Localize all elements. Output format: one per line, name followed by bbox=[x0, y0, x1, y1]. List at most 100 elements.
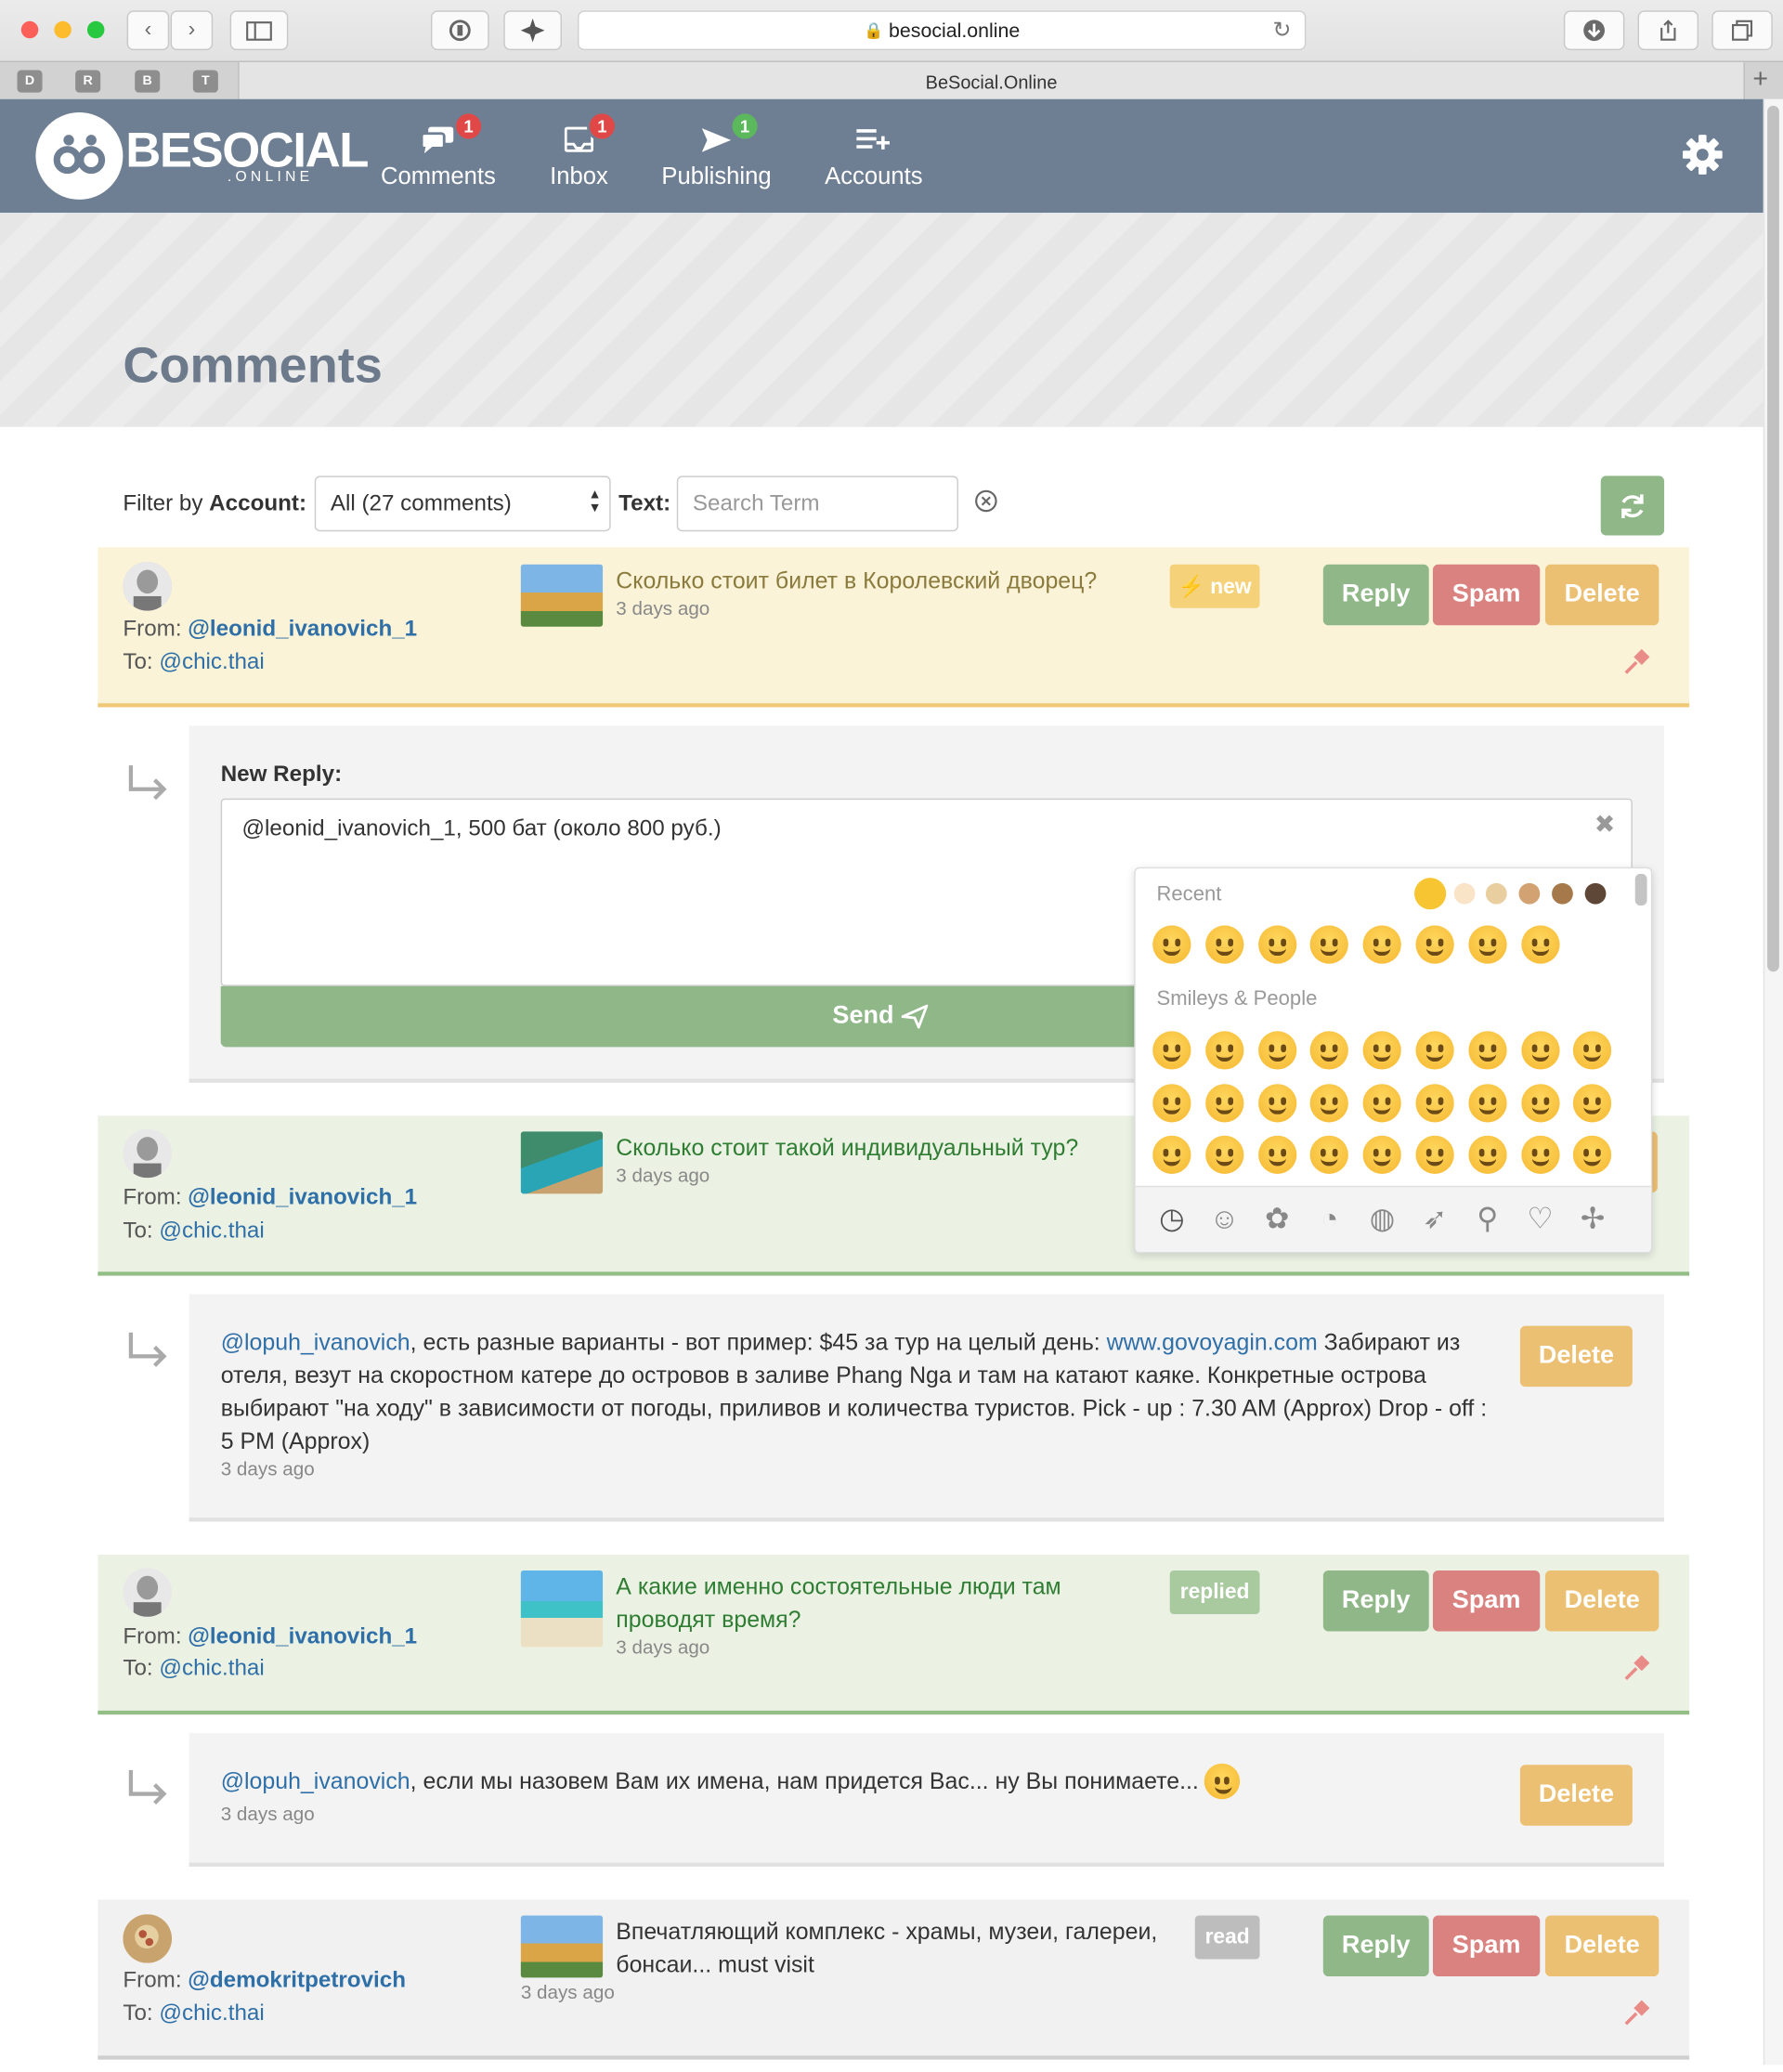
spam-button[interactable]: Spam bbox=[1432, 1570, 1541, 1632]
reply-mention-link[interactable]: @lopuh_ivanovich bbox=[221, 1329, 410, 1355]
emoji-icon[interactable] bbox=[1204, 1031, 1244, 1070]
to-handle-link[interactable]: @chic.thai bbox=[159, 649, 264, 674]
emoji-icon[interactable] bbox=[1520, 1031, 1560, 1070]
forward-button[interactable]: › bbox=[170, 10, 214, 51]
from-handle-link[interactable]: @leonid_ivanovich_1 bbox=[188, 1184, 417, 1209]
reply-button[interactable]: Reply bbox=[1322, 1570, 1429, 1632]
pin-icon[interactable] bbox=[1620, 644, 1655, 678]
skin-tone-2[interactable] bbox=[1453, 882, 1476, 905]
logo-icon[interactable] bbox=[35, 111, 124, 200]
minimize-window-button[interactable] bbox=[54, 20, 72, 39]
sidebar-toggle-button[interactable] bbox=[229, 10, 289, 51]
animal-icon[interactable]: ✿ bbox=[1256, 1198, 1297, 1239]
tabs-overview-button[interactable] bbox=[1711, 10, 1773, 51]
skin-tone-6[interactable] bbox=[1584, 882, 1607, 905]
scrollbar-thumb[interactable] bbox=[1767, 105, 1779, 972]
pin-icon[interactable] bbox=[1620, 1649, 1655, 1684]
emoji-icon[interactable] bbox=[1257, 1031, 1296, 1070]
to-handle-link[interactable]: @chic.thai bbox=[159, 1218, 264, 1243]
bulb-icon[interactable]: ⚲ bbox=[1467, 1198, 1508, 1239]
skin-tone-3[interactable] bbox=[1485, 882, 1507, 905]
ball-icon[interactable]: ◍ bbox=[1361, 1198, 1402, 1239]
post-thumbnail[interactable] bbox=[520, 1915, 604, 1978]
delete-button[interactable]: Delete bbox=[1544, 564, 1659, 626]
clock-icon[interactable]: ◷ bbox=[1152, 1198, 1192, 1239]
emoji-icon[interactable] bbox=[1468, 925, 1507, 964]
rocket-icon[interactable]: ➶ bbox=[1414, 1198, 1455, 1239]
emoji-icon[interactable] bbox=[1152, 1031, 1191, 1070]
skin-tone-1[interactable] bbox=[1414, 878, 1447, 910]
emoji-icon[interactable] bbox=[1362, 925, 1402, 964]
emoji-icon[interactable] bbox=[1415, 1084, 1454, 1123]
to-handle-link[interactable]: @chic.thai bbox=[159, 2000, 264, 2026]
emoji-icon[interactable] bbox=[1204, 925, 1244, 964]
emoji-icon[interactable] bbox=[1520, 925, 1560, 964]
delete-reply-button[interactable]: Delete bbox=[1519, 1325, 1633, 1388]
from-handle-link[interactable]: @leonid_ivanovich_1 bbox=[188, 1623, 417, 1648]
emoji-icon[interactable] bbox=[1362, 1031, 1402, 1070]
nav-publishing[interactable]: 1 Publishing bbox=[661, 111, 773, 190]
emoji-icon[interactable] bbox=[1257, 1084, 1296, 1123]
emoji-icon[interactable] bbox=[1362, 1084, 1402, 1123]
smiley-icon[interactable]: ☺ bbox=[1204, 1198, 1244, 1239]
emoji-icon[interactable] bbox=[1468, 1031, 1507, 1070]
spam-button[interactable]: Spam bbox=[1432, 1915, 1541, 1976]
from-handle-link[interactable]: @leonid_ivanovich_1 bbox=[188, 616, 417, 641]
delete-button[interactable]: Delete bbox=[1544, 1570, 1659, 1632]
bookmark-d[interactable]: D bbox=[17, 70, 43, 93]
emoji-icon[interactable] bbox=[1257, 1135, 1296, 1174]
emoji-icon[interactable] bbox=[1415, 925, 1454, 964]
skin-tone-5[interactable] bbox=[1552, 882, 1573, 905]
emoji-icon[interactable] bbox=[1520, 1084, 1560, 1123]
from-handle-link[interactable]: @demokritpetrovich bbox=[188, 1967, 406, 1992]
downloads-button[interactable] bbox=[1563, 10, 1625, 51]
food-icon[interactable]: ◔ bbox=[1309, 1198, 1350, 1239]
reply-url-link[interactable]: www.govoyagin.com bbox=[1107, 1329, 1318, 1355]
tab-active[interactable]: BeSocial.Online bbox=[238, 61, 1745, 101]
share-button[interactable] bbox=[1637, 10, 1699, 51]
emoji-icon[interactable] bbox=[1204, 1084, 1244, 1123]
to-handle-link[interactable]: @chic.thai bbox=[159, 1655, 264, 1680]
nav-comments[interactable]: 1 Comments bbox=[381, 111, 496, 190]
emoji-icon[interactable] bbox=[1468, 1084, 1507, 1123]
post-thumbnail[interactable] bbox=[520, 1131, 604, 1194]
settings-gear-icon[interactable] bbox=[1679, 131, 1726, 178]
account-select[interactable]: All (27 comments) ▲ ▼ bbox=[314, 476, 611, 532]
nav-inbox[interactable]: 1 Inbox bbox=[546, 111, 618, 190]
emoji-icon[interactable] bbox=[1204, 1135, 1244, 1174]
post-thumbnail[interactable] bbox=[520, 1570, 604, 1648]
search-input[interactable]: Search Term bbox=[676, 476, 958, 532]
emoji-icon[interactable] bbox=[1415, 1135, 1454, 1174]
close-window-button[interactable] bbox=[20, 20, 39, 39]
pin-icon[interactable] bbox=[1620, 1995, 1655, 2029]
reply-button[interactable]: Reply bbox=[1322, 1915, 1429, 1976]
new-tab-icon[interactable]: + bbox=[1752, 65, 1768, 96]
close-picker-icon[interactable]: ✖ bbox=[1594, 811, 1616, 841]
flag-icon[interactable]: ✢ bbox=[1572, 1198, 1613, 1239]
back-button[interactable]: ‹ bbox=[126, 10, 170, 51]
address-bar[interactable]: 🔒 besocial.online ↻ bbox=[578, 10, 1307, 51]
reply-mention-link[interactable]: @lopuh_ivanovich bbox=[221, 1767, 410, 1793]
emoji-icon[interactable] bbox=[1520, 1135, 1560, 1174]
delete-button[interactable]: Delete bbox=[1544, 1915, 1659, 1976]
emoji-icon[interactable] bbox=[1152, 1084, 1191, 1123]
refresh-button[interactable] bbox=[1600, 476, 1665, 536]
reload-icon[interactable]: ↻ bbox=[1272, 18, 1291, 44]
delete-reply-button[interactable]: Delete bbox=[1519, 1765, 1633, 1826]
bookmark-t[interactable]: T bbox=[192, 70, 218, 93]
heart-icon[interactable]: ♡ bbox=[1519, 1198, 1560, 1239]
post-thumbnail[interactable] bbox=[520, 564, 604, 627]
emoji-icon[interactable] bbox=[1468, 1135, 1507, 1174]
picker-scrollbar-thumb[interactable] bbox=[1634, 873, 1647, 906]
puzzle-extension-button[interactable] bbox=[503, 10, 562, 51]
reply-button[interactable]: Reply bbox=[1322, 564, 1429, 626]
emoji-icon[interactable] bbox=[1152, 1135, 1191, 1174]
bookmark-r[interactable]: R bbox=[75, 70, 101, 93]
bookmark-b[interactable]: B bbox=[135, 70, 161, 93]
emoji-icon[interactable] bbox=[1362, 1135, 1402, 1174]
skin-tone-4[interactable] bbox=[1518, 882, 1541, 905]
spam-button[interactable]: Spam bbox=[1432, 564, 1541, 626]
emoji-icon[interactable] bbox=[1152, 925, 1191, 964]
emoji-icon[interactable] bbox=[1415, 1031, 1454, 1070]
clear-search-icon[interactable] bbox=[974, 489, 998, 514]
